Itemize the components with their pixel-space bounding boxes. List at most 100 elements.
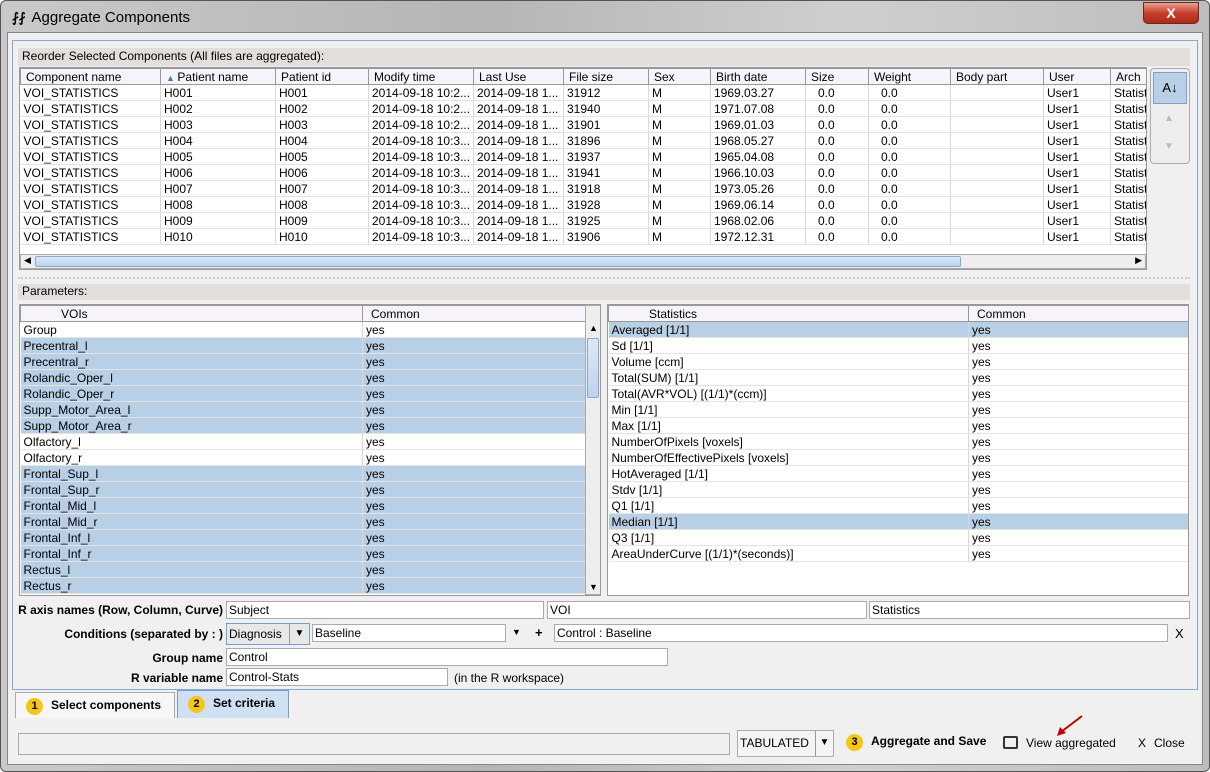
- splitter[interactable]: [18, 277, 1190, 279]
- list-item[interactable]: Total(AVR*VOL) [(1/1)*(ccm)] yes: [608, 385, 1188, 402]
- list-item[interactable]: Rolandic_Oper_l yes: [20, 369, 587, 386]
- list-item[interactable]: Frontal_Mid_l yes: [20, 497, 587, 514]
- vois-vertical-scrollbar[interactable]: ▲ ▼: [585, 305, 600, 595]
- list-item[interactable]: Volume [ccm] yes: [608, 353, 1188, 370]
- list-item[interactable]: Olfactory_r yes: [20, 449, 587, 466]
- table-cell: VOI_STATISTICS: [20, 132, 161, 149]
- column-header[interactable]: Sex: [648, 68, 711, 85]
- list-item[interactable]: Frontal_Sup_r yes: [20, 481, 587, 498]
- list-item[interactable]: Max [1/1] yes: [608, 417, 1188, 434]
- list-item[interactable]: Sd [1/1] yes: [608, 337, 1188, 354]
- table-cell: 1968.02.06: [710, 212, 806, 229]
- scroll-right-arrow[interactable]: ▶: [1135, 255, 1142, 266]
- column-header[interactable]: Component name: [20, 68, 161, 85]
- list-item[interactable]: Supp_Motor_Area_l yes: [20, 401, 587, 418]
- tab-select-components[interactable]: 1 Select components: [15, 692, 175, 718]
- scroll-left-arrow[interactable]: ◀: [24, 255, 31, 266]
- item-name: Averaged [1/1]: [608, 321, 969, 338]
- column-header[interactable]: File size: [563, 68, 649, 85]
- list-item[interactable]: Precentral_r yes: [20, 353, 587, 370]
- group-name-input[interactable]: Control: [226, 648, 668, 666]
- table-cell: 31918: [563, 180, 649, 197]
- list-item[interactable]: Stdv [1/1] yes: [608, 481, 1188, 498]
- column-header[interactable]: Statistics: [608, 305, 969, 322]
- horizontal-scrollbar[interactable]: ◀ ▶: [20, 254, 1146, 269]
- column-header[interactable]: Common: [968, 305, 1188, 322]
- r-variable-input[interactable]: Control-Stats: [226, 668, 448, 686]
- scroll-up-arrow[interactable]: ▲: [589, 323, 598, 333]
- column-header[interactable]: ▲ Patient name: [160, 68, 276, 85]
- table-row[interactable]: VOI_STATISTICS H004 H004 2014-09-18 10:3...…: [20, 132, 1146, 149]
- aggregate-and-save-button[interactable]: 3 Aggregate and Save: [846, 734, 986, 751]
- group-name-label: Group name: [152, 651, 223, 665]
- table-cell: 31941: [563, 164, 649, 181]
- column-header[interactable]: Arch: [1110, 68, 1146, 85]
- move-up-icon[interactable]: ▲: [1164, 113, 1174, 124]
- scrollbar-thumb[interactable]: [587, 338, 599, 398]
- column-header[interactable]: Common: [362, 305, 587, 322]
- column-header[interactable]: Body part: [950, 68, 1044, 85]
- condition-result-input[interactable]: Control : Baseline: [554, 624, 1168, 642]
- tab-set-criteria[interactable]: 2 Set criteria: [177, 690, 289, 718]
- list-item[interactable]: Min [1/1] yes: [608, 401, 1188, 418]
- condition-dropdown-icon[interactable]: ▼: [512, 627, 521, 637]
- table-row[interactable]: VOI_STATISTICS H002 H002 2014-09-18 10:2...…: [20, 100, 1146, 117]
- table-row[interactable]: VOI_STATISTICS H008 H008 2014-09-18 10:3...…: [20, 196, 1146, 213]
- move-down-icon[interactable]: ▼: [1164, 141, 1174, 152]
- column-header[interactable]: User: [1043, 68, 1111, 85]
- format-select[interactable]: TABULATED ▼: [737, 730, 834, 757]
- table-row[interactable]: VOI_STATISTICS H009 H009 2014-09-18 10:3...…: [20, 212, 1146, 229]
- column-header[interactable]: Last Use: [473, 68, 564, 85]
- list-item[interactable]: Frontal_Inf_r yes: [20, 545, 587, 562]
- view-aggregated-button[interactable]: View aggregated: [1003, 736, 1116, 750]
- list-item[interactable]: Frontal_Sup_l yes: [20, 465, 587, 482]
- table-row[interactable]: VOI_STATISTICS H006 H006 2014-09-18 10:3...…: [20, 164, 1146, 181]
- column-header[interactable]: Modify time: [368, 68, 474, 85]
- axis-column-input[interactable]: VOI: [547, 601, 867, 619]
- table-row[interactable]: VOI_STATISTICS H001 H001 2014-09-18 10:2...…: [20, 84, 1146, 101]
- list-item[interactable]: Frontal_Mid_r yes: [20, 513, 587, 530]
- item-name: Sd [1/1]: [608, 337, 969, 354]
- list-item[interactable]: Frontal_Inf_l yes: [20, 529, 587, 546]
- list-item[interactable]: Averaged [1/1] yes: [608, 321, 1188, 338]
- list-item[interactable]: Supp_Motor_Area_r yes: [20, 417, 587, 434]
- list-item[interactable]: Median [1/1] yes: [608, 513, 1188, 530]
- chevron-down-icon[interactable]: ▼: [815, 731, 833, 756]
- column-header[interactable]: Birth date: [710, 68, 806, 85]
- list-item[interactable]: AreaUnderCurve [(1/1)*(seconds)] yes: [608, 545, 1188, 562]
- list-item[interactable]: Rectus_r yes: [20, 577, 587, 594]
- list-item[interactable]: Precentral_l yes: [20, 337, 587, 354]
- table-row[interactable]: VOI_STATISTICS H005 H005 2014-09-18 10:3...…: [20, 148, 1146, 165]
- list-item[interactable]: Rolandic_Oper_r yes: [20, 385, 587, 402]
- scroll-down-arrow[interactable]: ▼: [589, 582, 598, 592]
- list-item[interactable]: HotAveraged [1/1] yes: [608, 465, 1188, 482]
- table-row[interactable]: VOI_STATISTICS H007 H007 2014-09-18 10:3...…: [20, 180, 1146, 197]
- close-label: Close: [1154, 736, 1185, 750]
- window-close-button[interactable]: X: [1143, 2, 1199, 24]
- sort-az-icon[interactable]: A↓: [1153, 72, 1187, 104]
- close-button[interactable]: X Close: [1138, 736, 1185, 750]
- axis-row-input[interactable]: Subject: [226, 601, 544, 619]
- column-header[interactable]: VOIs: [20, 305, 363, 322]
- table-row[interactable]: VOI_STATISTICS H003 H003 2014-09-18 10:2...…: [20, 116, 1146, 133]
- list-item[interactable]: Olfactory_l yes: [20, 433, 587, 450]
- table-row[interactable]: VOI_STATISTICS H010 H010 2014-09-18 10:3...…: [20, 228, 1146, 245]
- table-cell: M: [648, 228, 711, 245]
- column-header[interactable]: Patient id: [275, 68, 369, 85]
- add-condition-button[interactable]: +: [535, 625, 543, 640]
- list-item[interactable]: NumberOfPixels [voxels] yes: [608, 433, 1188, 450]
- remove-condition-button[interactable]: X: [1175, 626, 1184, 641]
- scrollbar-thumb[interactable]: [35, 256, 961, 267]
- list-item[interactable]: NumberOfEffectivePixels [voxels] yes: [608, 449, 1188, 466]
- column-header[interactable]: Size: [805, 68, 869, 85]
- list-item[interactable]: Group yes: [20, 321, 587, 338]
- list-item[interactable]: Total(SUM) [1/1] yes: [608, 369, 1188, 386]
- list-item[interactable]: Rectus_l yes: [20, 561, 587, 578]
- axis-curve-input[interactable]: Statistics: [869, 601, 1190, 619]
- chevron-down-icon[interactable]: ▼: [289, 624, 309, 644]
- list-item[interactable]: Q1 [1/1] yes: [608, 497, 1188, 514]
- list-item[interactable]: Q3 [1/1] yes: [608, 529, 1188, 546]
- column-header[interactable]: Weight: [868, 68, 951, 85]
- condition-value-input[interactable]: Baseline: [312, 624, 506, 642]
- condition-field-select[interactable]: Diagnosis ▼: [226, 623, 310, 645]
